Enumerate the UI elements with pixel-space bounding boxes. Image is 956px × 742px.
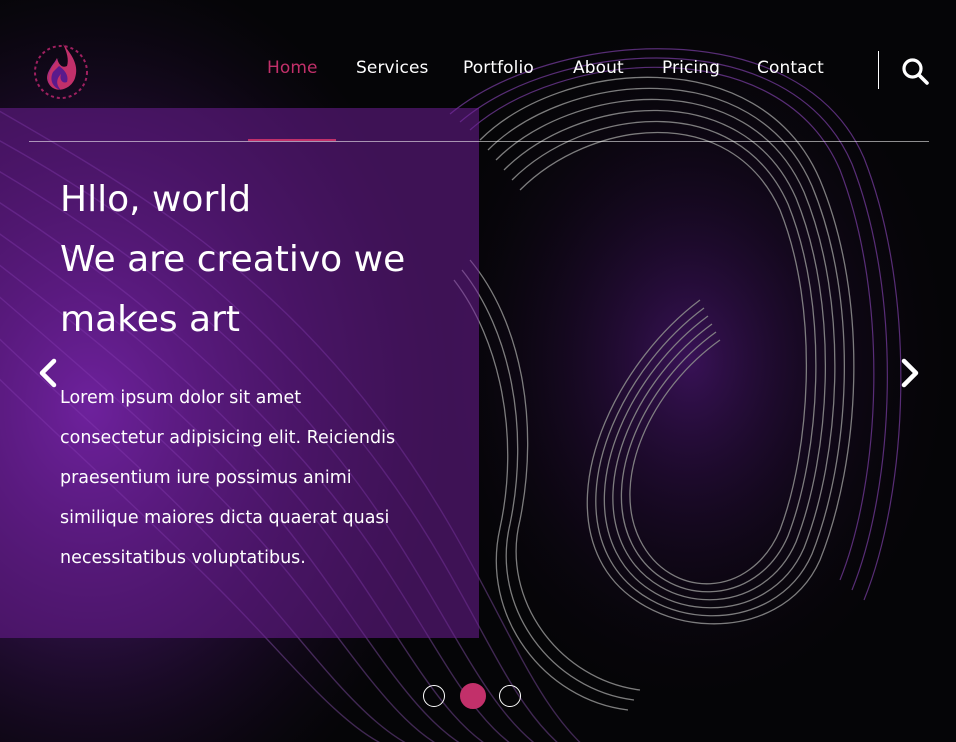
hero-title: Hllo, world We are creativo we makes art <box>60 170 460 350</box>
hero-description-line: Lorem ipsum dolor sit amet <box>60 388 302 408</box>
nav-item-about[interactable]: About <box>573 58 624 78</box>
hero-title-line: We are creativo we <box>60 239 406 280</box>
slider-dot-1[interactable] <box>423 685 445 707</box>
hero-description-line: praesentium iure possimus animi <box>60 468 352 488</box>
slider-pagination <box>422 683 526 711</box>
header-divider-line <box>29 141 929 142</box>
hero-description-line: similique maiores dicta quaerat quasi <box>60 508 390 528</box>
chevron-left-icon[interactable] <box>28 353 68 393</box>
nav-divider <box>878 51 879 89</box>
site-header: Home Services Portfolio About Pricing Co… <box>0 0 956 142</box>
nav-item-pricing[interactable]: Pricing <box>662 58 720 78</box>
nav-item-services[interactable]: Services <box>356 58 429 78</box>
nav-item-home[interactable]: Home <box>267 58 318 78</box>
active-nav-indicator <box>248 139 336 141</box>
hero-slider: Home Services Portfolio About Pricing Co… <box>0 0 956 742</box>
slider-dot-2[interactable] <box>460 683 486 709</box>
hero-description-line: necessitatibus voluptatibus. <box>60 548 306 568</box>
search-icon[interactable] <box>900 56 930 86</box>
nav-item-contact[interactable]: Contact <box>757 58 824 78</box>
hero-description-line: consectetur adipisicing elit. Reiciendis <box>60 428 396 448</box>
slider-dot-3[interactable] <box>499 685 521 707</box>
flame-logo-icon[interactable] <box>29 36 93 100</box>
hero-title-line: makes art <box>60 299 241 340</box>
nav-item-portfolio[interactable]: Portfolio <box>463 58 534 78</box>
hero-description: Lorem ipsum dolor sit amet consectetur a… <box>60 378 460 578</box>
chevron-right-icon[interactable] <box>890 353 930 393</box>
hero-title-line: Hllo, world <box>60 179 252 220</box>
